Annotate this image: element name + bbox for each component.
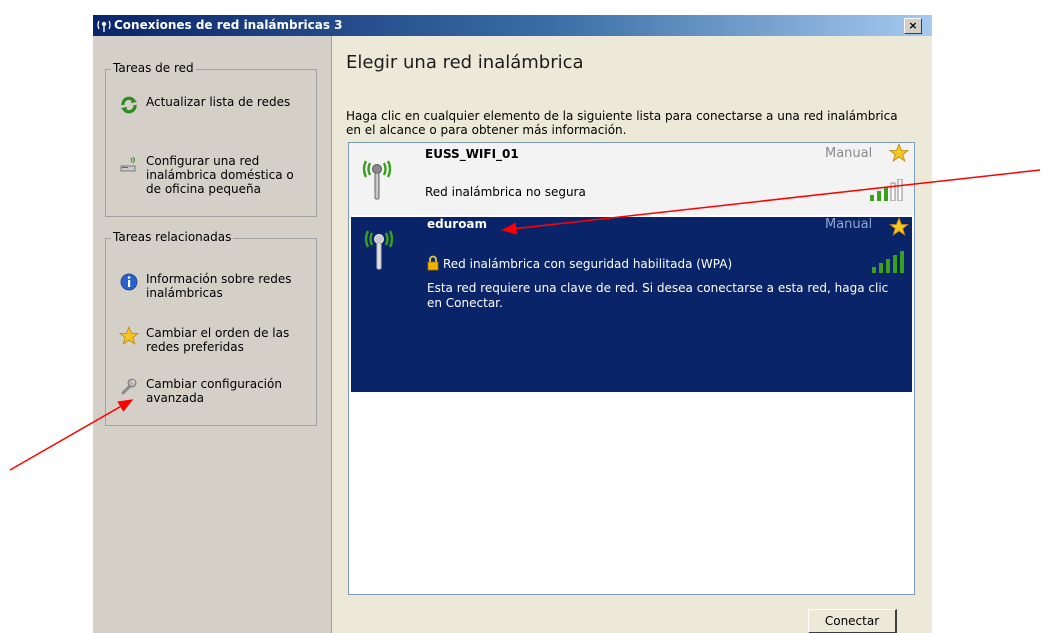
connect-button[interactable]: Conectar (808, 609, 897, 633)
wrench-icon (121, 378, 137, 395)
close-icon: × (908, 19, 918, 32)
left-pane: Tareas de red Actualizar lista de redes … (93, 36, 332, 633)
network-security-status: Red inalámbrica con seguridad habilitada… (443, 257, 733, 271)
network-item-eduroam[interactable]: eduroam Manual Red inalámbrica con segur… (349, 215, 914, 394)
refresh-icon (121, 96, 137, 114)
network-item-euss-wifi-01[interactable]: EUSS_WIFI_01 Manual Red inalámbrica no s… (349, 143, 914, 216)
setup-network-task-label: Configurar una red inalámbrica doméstica… (146, 154, 294, 196)
title-bar[interactable]: Conexiones de red inalámbricas 3 × (93, 15, 932, 36)
wireless-connections-window: Conexiones de red inalámbricas 3 × Tarea… (93, 15, 932, 633)
advanced-settings-task[interactable]: Cambiar configuración avanzada (118, 377, 306, 405)
network-security-status: Red inalámbrica no segura (425, 185, 586, 199)
network-tasks-title: Tareas de red (111, 61, 196, 75)
related-tasks-group: Tareas relacionadas Información sobre re… (105, 230, 317, 426)
related-tasks-title: Tareas relacionadas (111, 230, 234, 244)
refresh-task-label: Actualizar lista de redes (146, 95, 291, 109)
change-preferred-order-task[interactable]: Cambiar el orden de las redes preferidas (118, 326, 306, 354)
network-message: Esta red requiere una clave de red. Si d… (427, 281, 889, 310)
lock-icon (427, 255, 439, 271)
network-tasks-group: Tareas de red Actualizar lista de redes … (105, 61, 317, 217)
wireless-info-task-label: Información sobre redes inalámbricas (146, 272, 292, 300)
page-title: Elegir una red inalámbrica (346, 52, 584, 73)
network-name: eduroam (427, 217, 488, 231)
info-icon (120, 273, 138, 291)
refresh-network-list-task[interactable]: Actualizar lista de redes (118, 95, 306, 115)
home-network-icon (120, 156, 136, 172)
network-name: EUSS_WIFI_01 (425, 147, 519, 161)
preferred-star-icon (889, 217, 909, 236)
main-pane: Elegir una red inalámbrica Haga clic en … (332, 36, 932, 633)
wireless-antenna-icon (364, 230, 394, 270)
wireless-info-task[interactable]: Información sobre redes inalámbricas (118, 272, 306, 300)
network-list[interactable]: EUSS_WIFI_01 Manual Red inalámbrica no s… (348, 142, 915, 595)
close-button[interactable]: × (904, 18, 922, 34)
setup-home-network-task[interactable]: Configurar una red inalámbrica doméstica… (118, 154, 306, 196)
preferred-star-icon (889, 143, 909, 162)
wireless-antenna-icon (362, 160, 392, 200)
signal-strength-icon (870, 179, 903, 201)
instructions-text: Haga clic en cualquier elemento de la si… (346, 109, 898, 137)
network-mode: Manual (825, 146, 873, 161)
signal-strength-icon (872, 251, 904, 273)
network-mode: Manual (825, 217, 873, 232)
advanced-settings-task-label: Cambiar configuración avanzada (146, 377, 282, 405)
window-title: Conexiones de red inalámbricas 3 (114, 18, 343, 32)
change-order-task-label: Cambiar el orden de las redes preferidas (146, 326, 290, 354)
star-icon (118, 326, 140, 345)
wireless-antenna-icon (97, 20, 111, 32)
